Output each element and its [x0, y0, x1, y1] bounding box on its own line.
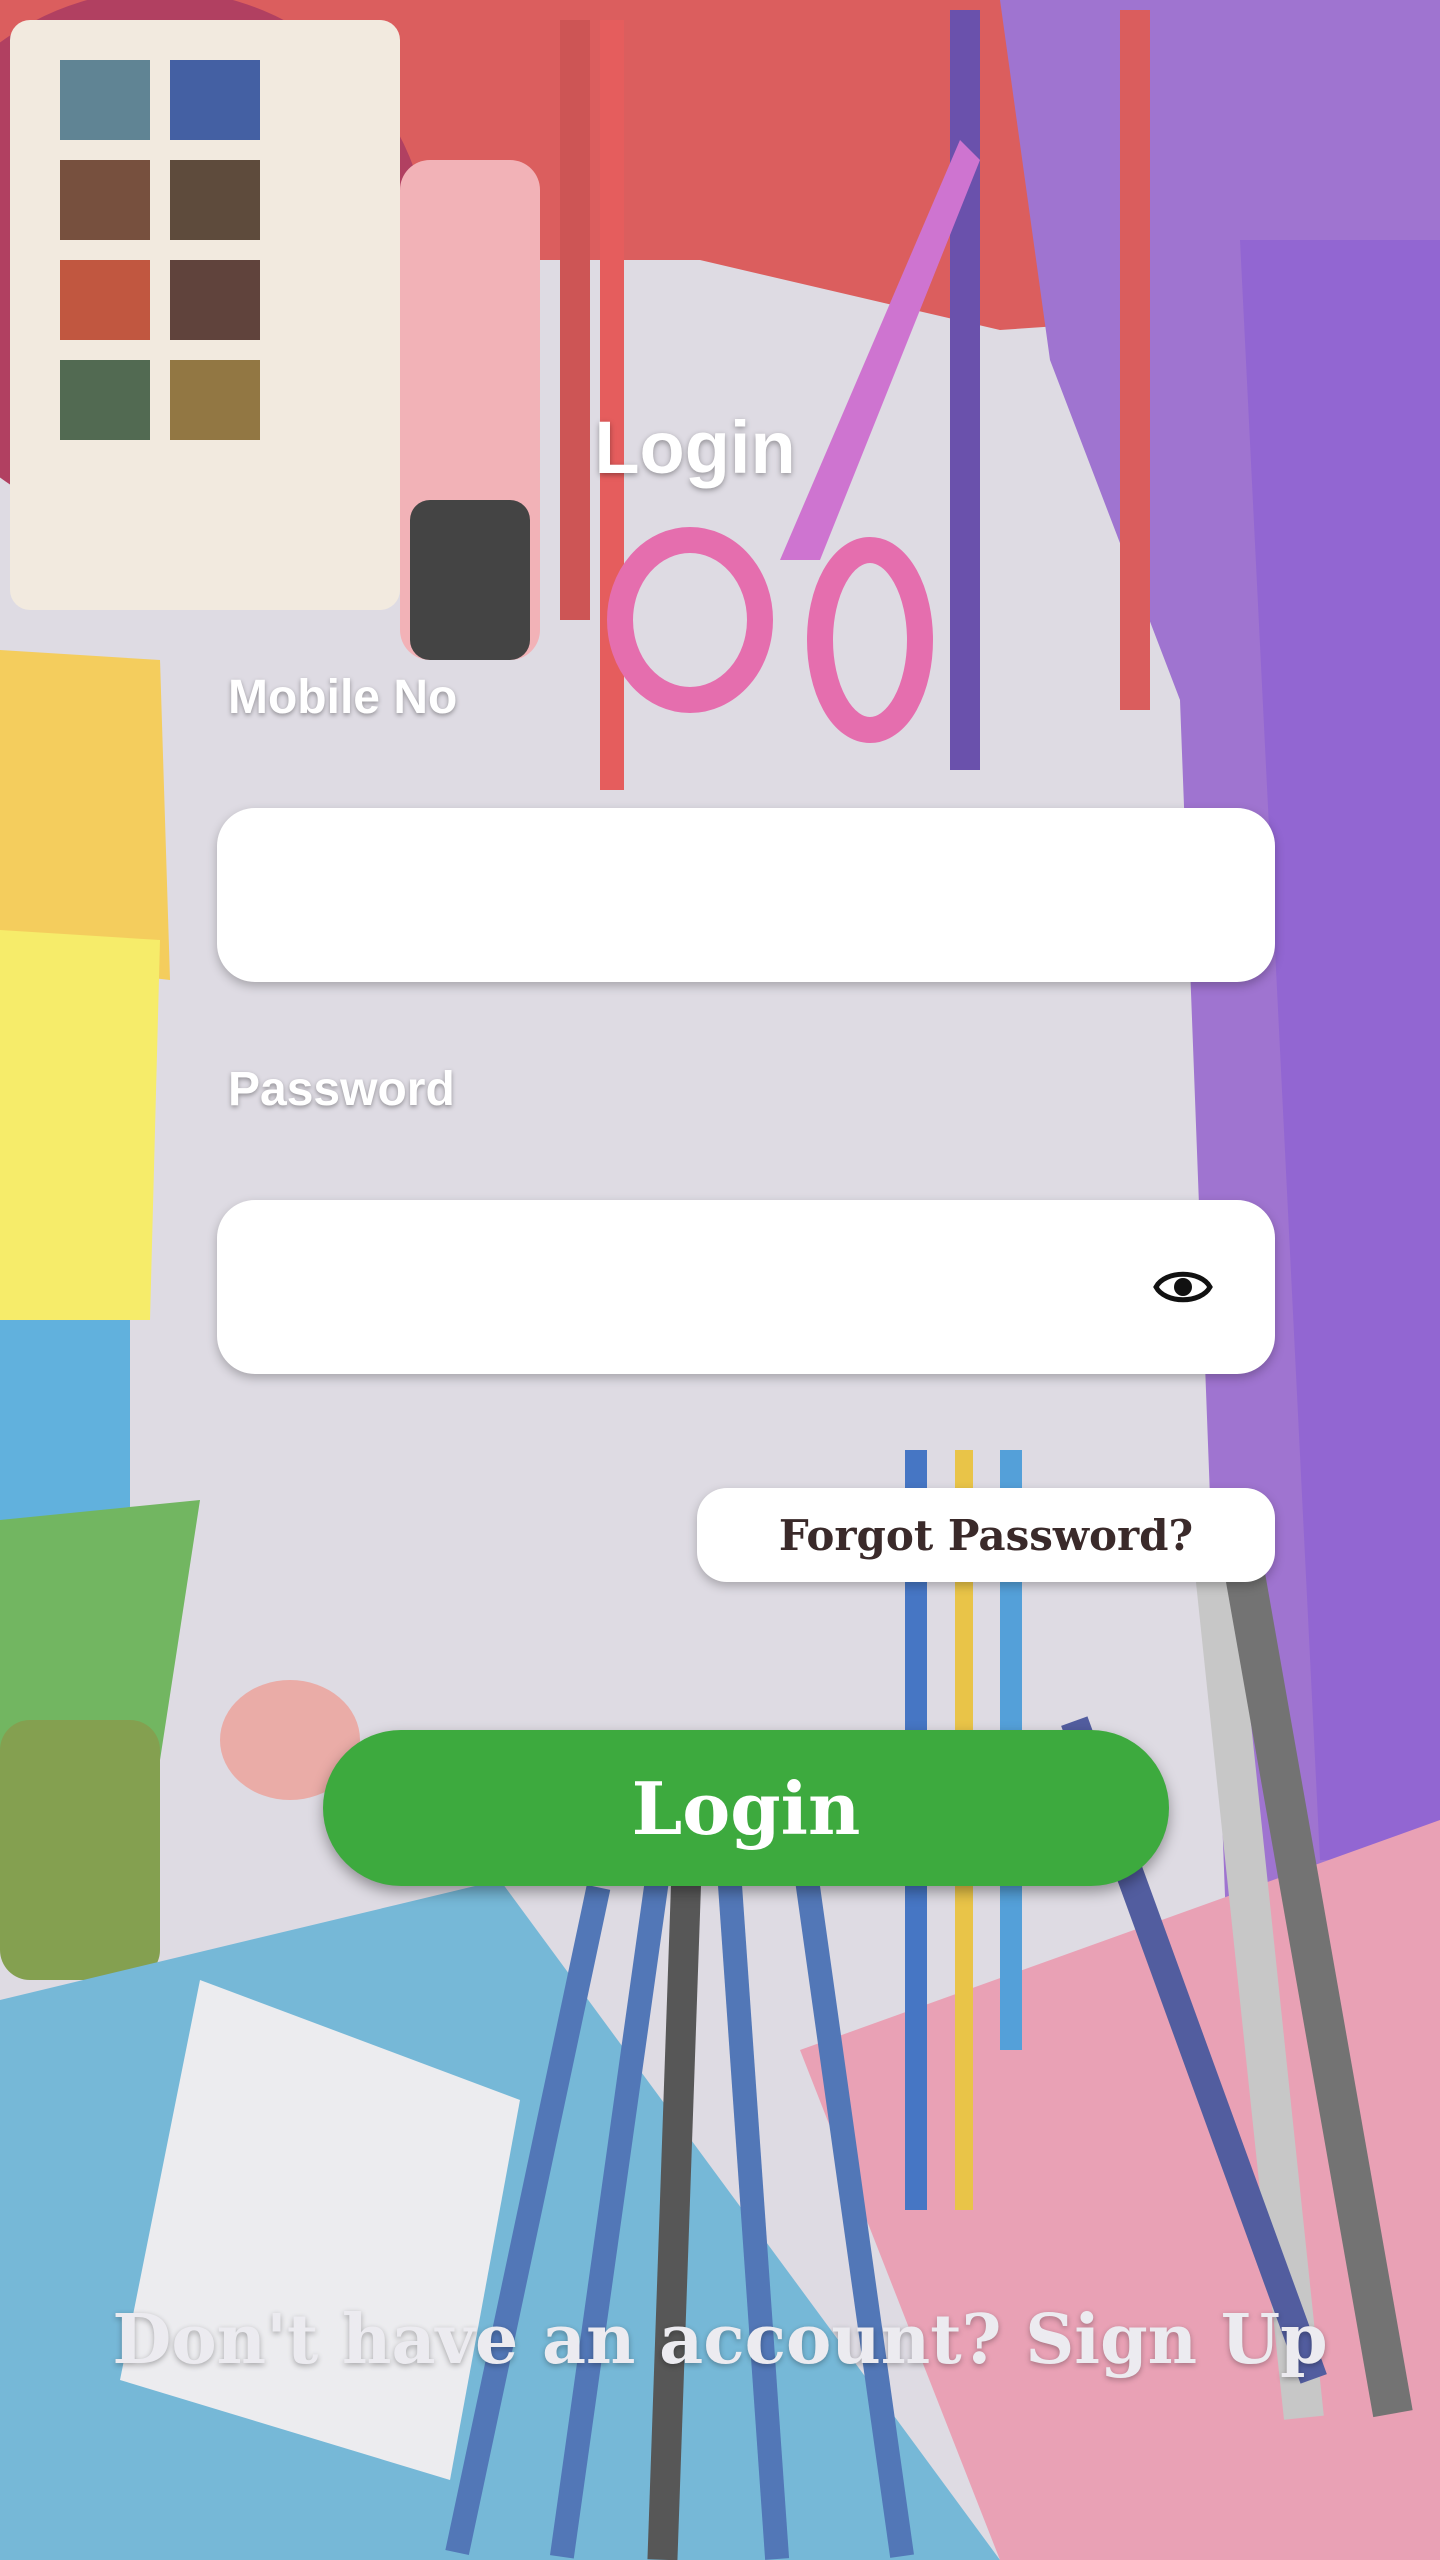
login-screen: Login Mobile No Password Forgot Password…	[0, 0, 1440, 2560]
eye-icon[interactable]	[1153, 1260, 1213, 1314]
signup-link[interactable]: Sign Up	[1025, 2300, 1327, 2380]
signup-prompt-text: Don't have an account?	[112, 2300, 1002, 2380]
mobile-field[interactable]	[217, 808, 1275, 982]
page-title: Login	[594, 406, 796, 489]
signup-prompt: Don't have an account? Sign Up	[0, 2300, 1440, 2380]
password-input[interactable]	[217, 1200, 1213, 1374]
login-button[interactable]: Login	[323, 1730, 1169, 1886]
mobile-label: Mobile No	[228, 671, 458, 724]
mobile-input[interactable]	[217, 808, 1213, 982]
password-field[interactable]	[217, 1200, 1275, 1374]
forgot-password-button[interactable]: Forgot Password?	[697, 1488, 1275, 1582]
password-label: Password	[228, 1063, 455, 1116]
